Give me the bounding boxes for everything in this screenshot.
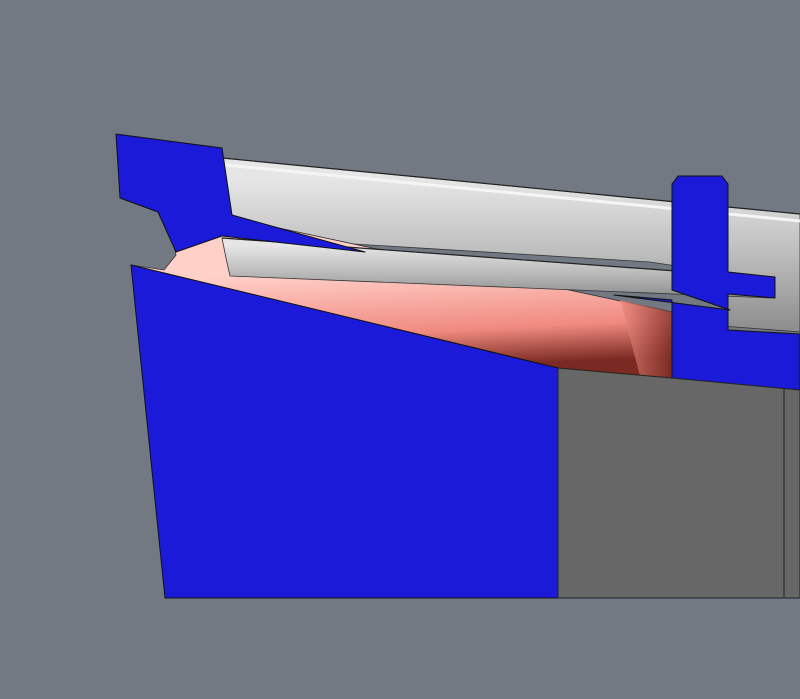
gray-block[interactable] (557, 367, 800, 599)
cad-viewport[interactable] (0, 0, 800, 699)
cross-section-view (115, 133, 800, 599)
